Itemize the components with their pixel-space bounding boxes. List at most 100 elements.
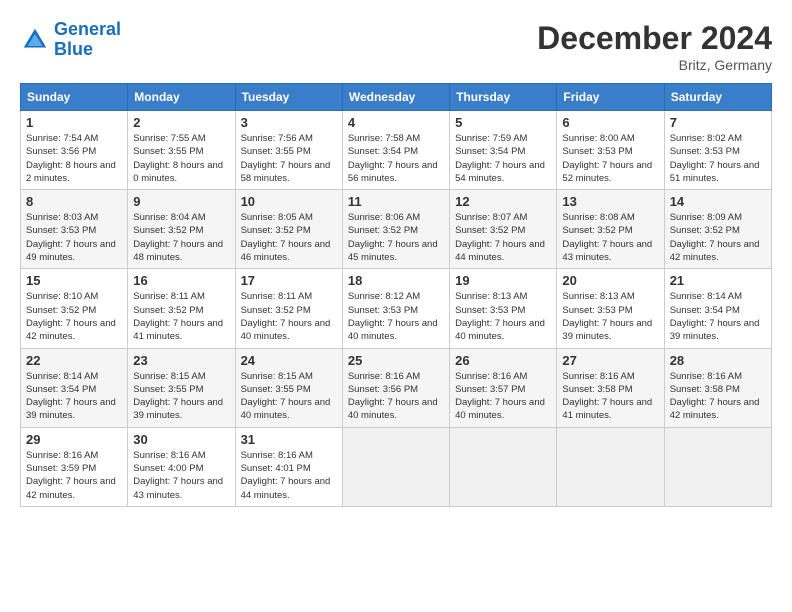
col-sunday: Sunday bbox=[21, 84, 128, 111]
day-number: 7 bbox=[670, 115, 766, 130]
col-wednesday: Wednesday bbox=[342, 84, 449, 111]
calendar-cell: 13 Sunrise: 8:08 AM Sunset: 3:52 PM Dayl… bbox=[557, 190, 664, 269]
day-number: 3 bbox=[241, 115, 337, 130]
day-number: 30 bbox=[133, 432, 229, 447]
day-number: 9 bbox=[133, 194, 229, 209]
location-subtitle: Britz, Germany bbox=[537, 57, 772, 73]
calendar-cell: 19 Sunrise: 8:13 AM Sunset: 3:53 PM Dayl… bbox=[450, 269, 557, 348]
day-number: 31 bbox=[241, 432, 337, 447]
day-info: Sunrise: 8:05 AM Sunset: 3:52 PM Dayligh… bbox=[241, 211, 337, 264]
calendar-cell: 30 Sunrise: 8:16 AM Sunset: 4:00 PM Dayl… bbox=[128, 427, 235, 506]
calendar-body: 1 Sunrise: 7:54 AM Sunset: 3:56 PM Dayli… bbox=[21, 111, 772, 507]
calendar-row: 15 Sunrise: 8:10 AM Sunset: 3:52 PM Dayl… bbox=[21, 269, 772, 348]
day-number: 11 bbox=[348, 194, 444, 209]
calendar-cell: 3 Sunrise: 7:56 AM Sunset: 3:55 PM Dayli… bbox=[235, 111, 342, 190]
day-info: Sunrise: 8:10 AM Sunset: 3:52 PM Dayligh… bbox=[26, 290, 122, 343]
day-number: 12 bbox=[455, 194, 551, 209]
day-number: 6 bbox=[562, 115, 658, 130]
calendar-cell: 21 Sunrise: 8:14 AM Sunset: 3:54 PM Dayl… bbox=[664, 269, 771, 348]
calendar-cell: 14 Sunrise: 8:09 AM Sunset: 3:52 PM Dayl… bbox=[664, 190, 771, 269]
calendar-cell: 4 Sunrise: 7:58 AM Sunset: 3:54 PM Dayli… bbox=[342, 111, 449, 190]
col-thursday: Thursday bbox=[450, 84, 557, 111]
calendar-cell: 26 Sunrise: 8:16 AM Sunset: 3:57 PM Dayl… bbox=[450, 348, 557, 427]
logo-blue: Blue bbox=[54, 39, 93, 59]
calendar-cell: 18 Sunrise: 8:12 AM Sunset: 3:53 PM Dayl… bbox=[342, 269, 449, 348]
col-monday: Monday bbox=[128, 84, 235, 111]
day-info: Sunrise: 8:13 AM Sunset: 3:53 PM Dayligh… bbox=[562, 290, 658, 343]
day-number: 26 bbox=[455, 353, 551, 368]
day-info: Sunrise: 8:14 AM Sunset: 3:54 PM Dayligh… bbox=[670, 290, 766, 343]
day-number: 24 bbox=[241, 353, 337, 368]
calendar-cell: 10 Sunrise: 8:05 AM Sunset: 3:52 PM Dayl… bbox=[235, 190, 342, 269]
calendar-cell: 1 Sunrise: 7:54 AM Sunset: 3:56 PM Dayli… bbox=[21, 111, 128, 190]
day-info: Sunrise: 8:16 AM Sunset: 3:59 PM Dayligh… bbox=[26, 449, 122, 502]
day-info: Sunrise: 8:16 AM Sunset: 3:58 PM Dayligh… bbox=[670, 370, 766, 423]
calendar-cell bbox=[557, 427, 664, 506]
logo: General Blue bbox=[20, 20, 121, 60]
day-number: 17 bbox=[241, 273, 337, 288]
day-number: 18 bbox=[348, 273, 444, 288]
day-info: Sunrise: 8:12 AM Sunset: 3:53 PM Dayligh… bbox=[348, 290, 444, 343]
day-number: 14 bbox=[670, 194, 766, 209]
day-info: Sunrise: 7:58 AM Sunset: 3:54 PM Dayligh… bbox=[348, 132, 444, 185]
calendar-cell: 28 Sunrise: 8:16 AM Sunset: 3:58 PM Dayl… bbox=[664, 348, 771, 427]
day-number: 16 bbox=[133, 273, 229, 288]
calendar-row: 22 Sunrise: 8:14 AM Sunset: 3:54 PM Dayl… bbox=[21, 348, 772, 427]
day-info: Sunrise: 7:59 AM Sunset: 3:54 PM Dayligh… bbox=[455, 132, 551, 185]
calendar-cell: 27 Sunrise: 8:16 AM Sunset: 3:58 PM Dayl… bbox=[557, 348, 664, 427]
day-number: 22 bbox=[26, 353, 122, 368]
day-number: 15 bbox=[26, 273, 122, 288]
calendar-cell: 22 Sunrise: 8:14 AM Sunset: 3:54 PM Dayl… bbox=[21, 348, 128, 427]
month-title: December 2024 bbox=[537, 20, 772, 57]
day-info: Sunrise: 8:06 AM Sunset: 3:52 PM Dayligh… bbox=[348, 211, 444, 264]
day-number: 1 bbox=[26, 115, 122, 130]
day-info: Sunrise: 8:15 AM Sunset: 3:55 PM Dayligh… bbox=[241, 370, 337, 423]
calendar-cell: 8 Sunrise: 8:03 AM Sunset: 3:53 PM Dayli… bbox=[21, 190, 128, 269]
day-info: Sunrise: 8:04 AM Sunset: 3:52 PM Dayligh… bbox=[133, 211, 229, 264]
calendar-cell: 20 Sunrise: 8:13 AM Sunset: 3:53 PM Dayl… bbox=[557, 269, 664, 348]
logo-icon bbox=[20, 25, 50, 55]
col-saturday: Saturday bbox=[664, 84, 771, 111]
logo-general: General bbox=[54, 19, 121, 39]
calendar-cell: 9 Sunrise: 8:04 AM Sunset: 3:52 PM Dayli… bbox=[128, 190, 235, 269]
day-number: 28 bbox=[670, 353, 766, 368]
calendar-cell: 15 Sunrise: 8:10 AM Sunset: 3:52 PM Dayl… bbox=[21, 269, 128, 348]
day-info: Sunrise: 8:16 AM Sunset: 4:00 PM Dayligh… bbox=[133, 449, 229, 502]
day-number: 2 bbox=[133, 115, 229, 130]
day-info: Sunrise: 8:09 AM Sunset: 3:52 PM Dayligh… bbox=[670, 211, 766, 264]
calendar-row: 1 Sunrise: 7:54 AM Sunset: 3:56 PM Dayli… bbox=[21, 111, 772, 190]
title-block: December 2024 Britz, Germany bbox=[537, 20, 772, 73]
calendar-cell: 6 Sunrise: 8:00 AM Sunset: 3:53 PM Dayli… bbox=[557, 111, 664, 190]
day-info: Sunrise: 8:11 AM Sunset: 3:52 PM Dayligh… bbox=[133, 290, 229, 343]
day-number: 5 bbox=[455, 115, 551, 130]
calendar-cell: 24 Sunrise: 8:15 AM Sunset: 3:55 PM Dayl… bbox=[235, 348, 342, 427]
day-info: Sunrise: 8:03 AM Sunset: 3:53 PM Dayligh… bbox=[26, 211, 122, 264]
calendar-cell bbox=[450, 427, 557, 506]
day-info: Sunrise: 8:08 AM Sunset: 3:52 PM Dayligh… bbox=[562, 211, 658, 264]
day-number: 21 bbox=[670, 273, 766, 288]
calendar-cell: 12 Sunrise: 8:07 AM Sunset: 3:52 PM Dayl… bbox=[450, 190, 557, 269]
day-info: Sunrise: 8:15 AM Sunset: 3:55 PM Dayligh… bbox=[133, 370, 229, 423]
day-info: Sunrise: 8:16 AM Sunset: 3:57 PM Dayligh… bbox=[455, 370, 551, 423]
page-header: General Blue December 2024 Britz, German… bbox=[20, 20, 772, 73]
day-number: 4 bbox=[348, 115, 444, 130]
day-number: 27 bbox=[562, 353, 658, 368]
day-number: 29 bbox=[26, 432, 122, 447]
calendar-table: Sunday Monday Tuesday Wednesday Thursday… bbox=[20, 83, 772, 507]
day-info: Sunrise: 8:00 AM Sunset: 3:53 PM Dayligh… bbox=[562, 132, 658, 185]
calendar-cell: 23 Sunrise: 8:15 AM Sunset: 3:55 PM Dayl… bbox=[128, 348, 235, 427]
day-info: Sunrise: 8:16 AM Sunset: 4:01 PM Dayligh… bbox=[241, 449, 337, 502]
day-number: 23 bbox=[133, 353, 229, 368]
calendar-cell: 31 Sunrise: 8:16 AM Sunset: 4:01 PM Dayl… bbox=[235, 427, 342, 506]
day-info: Sunrise: 8:16 AM Sunset: 3:58 PM Dayligh… bbox=[562, 370, 658, 423]
day-number: 20 bbox=[562, 273, 658, 288]
calendar-cell: 16 Sunrise: 8:11 AM Sunset: 3:52 PM Dayl… bbox=[128, 269, 235, 348]
calendar-header-row: Sunday Monday Tuesday Wednesday Thursday… bbox=[21, 84, 772, 111]
calendar-cell: 7 Sunrise: 8:02 AM Sunset: 3:53 PM Dayli… bbox=[664, 111, 771, 190]
col-tuesday: Tuesday bbox=[235, 84, 342, 111]
day-number: 8 bbox=[26, 194, 122, 209]
calendar-row: 8 Sunrise: 8:03 AM Sunset: 3:53 PM Dayli… bbox=[21, 190, 772, 269]
day-info: Sunrise: 8:13 AM Sunset: 3:53 PM Dayligh… bbox=[455, 290, 551, 343]
day-info: Sunrise: 8:02 AM Sunset: 3:53 PM Dayligh… bbox=[670, 132, 766, 185]
calendar-cell: 17 Sunrise: 8:11 AM Sunset: 3:52 PM Dayl… bbox=[235, 269, 342, 348]
